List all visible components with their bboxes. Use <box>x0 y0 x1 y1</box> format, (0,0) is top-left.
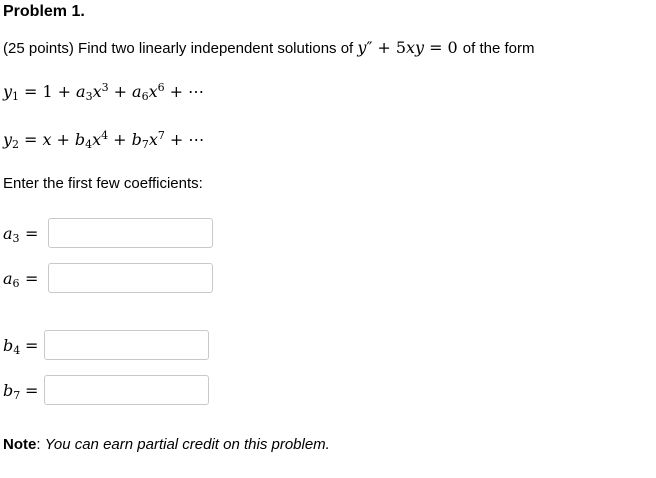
answer-row-a6: a6 = <box>3 263 223 297</box>
y2-series-equation: y2 = x + b4x4 + b7x7 + ⋯ <box>3 129 205 151</box>
ode-equation: y″ +5xy = 0 <box>357 38 458 57</box>
statement-suffix: of the form <box>462 40 535 57</box>
coefficients-prompt: Enter the first few coefficients: <box>3 175 203 192</box>
problem-page: Problem 1. (25 points) Find two linearly… <box>0 0 656 478</box>
answer-row-b4: b4 = <box>3 330 223 364</box>
problem-title: Problem 1. <box>3 3 85 20</box>
answer-label-b4: b4 <box>3 336 21 357</box>
answer-input-a6[interactable] <box>48 263 213 293</box>
note-text: You can earn partial credit on this prob… <box>44 436 330 453</box>
problem-statement: (25 points) Find two linearly independen… <box>3 38 534 59</box>
answer-input-b4[interactable] <box>44 330 209 360</box>
equals-sign: = <box>25 381 39 400</box>
answer-label-b7: b7 <box>3 381 21 402</box>
equals-sign: = <box>25 269 39 288</box>
note-label: Note <box>3 436 37 453</box>
y1-series-equation: y1 = 1 + a3x3 + a6x6 + ⋯ <box>3 81 205 103</box>
answer-input-b7[interactable] <box>44 375 209 405</box>
answer-label-a3: a3 <box>3 224 20 245</box>
answer-row-a3: a3 = <box>3 218 223 252</box>
answer-row-b7: b7 = <box>3 375 223 409</box>
equals-sign: = <box>25 224 39 243</box>
answer-label-a6: a6 <box>3 269 20 290</box>
answer-input-a3[interactable] <box>48 218 213 248</box>
partial-credit-note: Note: You can earn partial credit on thi… <box>3 436 330 453</box>
statement-prefix: (25 points) Find two linearly independen… <box>3 40 354 57</box>
equals-sign: = <box>25 336 39 355</box>
